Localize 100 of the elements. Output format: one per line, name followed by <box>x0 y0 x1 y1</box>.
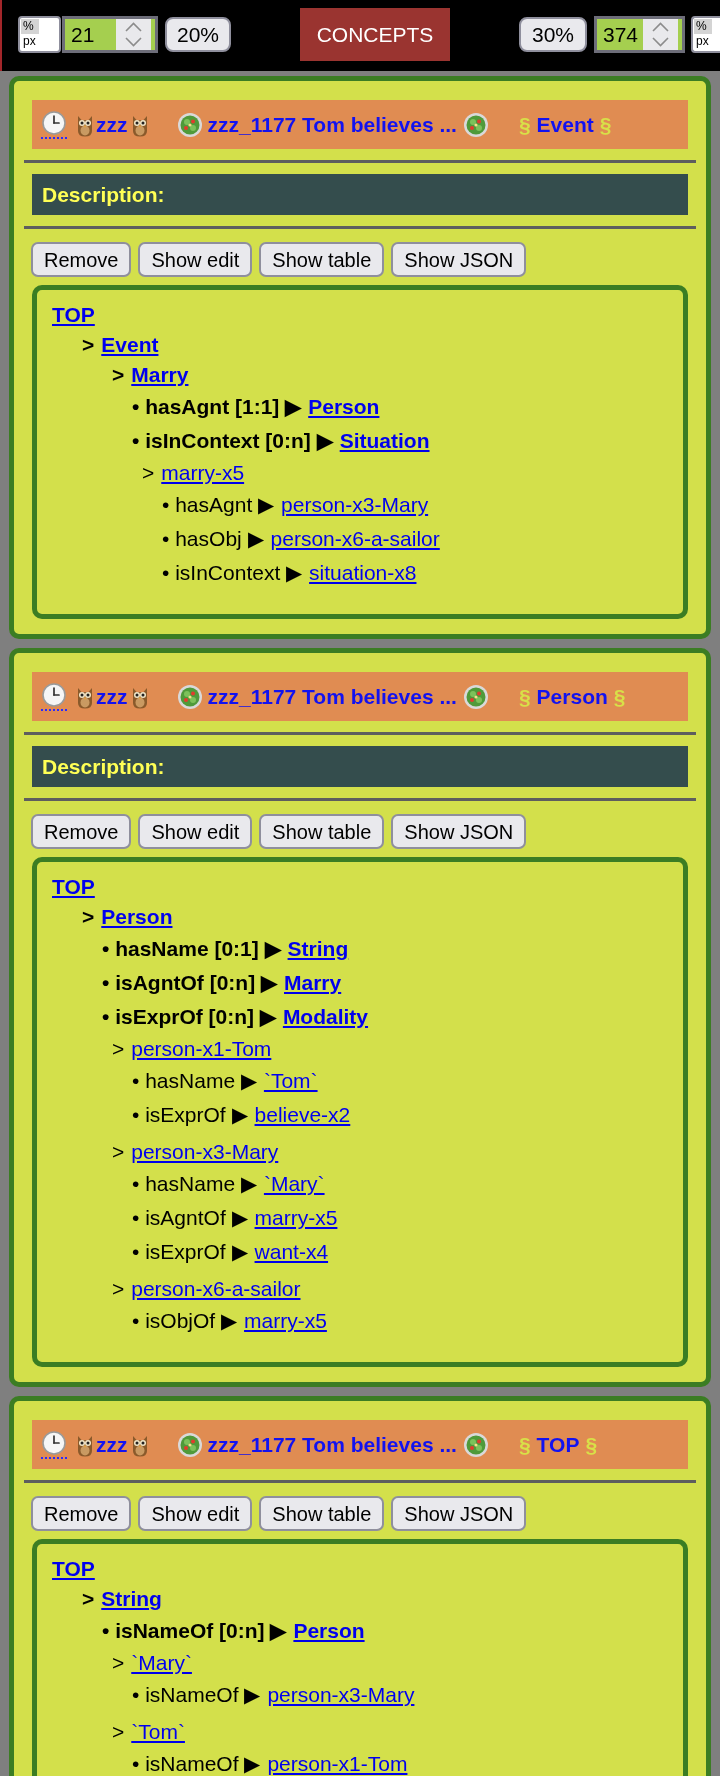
target-link[interactable]: marry-x5 <box>244 1309 327 1332</box>
remove-button[interactable]: Remove <box>31 1496 132 1531</box>
show-table-button[interactable]: Show table <box>259 814 385 849</box>
concept-link[interactable]: Event <box>101 333 159 356</box>
concept-name: Person <box>536 683 608 710</box>
concept-name: Event <box>536 111 594 138</box>
section-sign: § <box>585 1431 598 1458</box>
concept-link[interactable]: String <box>287 937 349 960</box>
unit-listbox[interactable]: % px <box>18 16 61 53</box>
clock-icon <box>41 110 67 139</box>
concept-link[interactable]: Situation <box>339 429 430 452</box>
concept-link[interactable]: Marry <box>284 971 342 994</box>
show-json-button[interactable]: Show JSON <box>391 242 527 277</box>
show-json-button[interactable]: Show JSON <box>391 814 527 849</box>
salad-icon <box>463 112 488 137</box>
show-table-button[interactable]: Show table <box>259 1496 385 1531</box>
property-label: • isInContext [0:n] ▶ <box>132 429 333 452</box>
target-link[interactable]: situation-x8 <box>309 561 417 584</box>
relation-label: • isExprOf ▶ <box>132 1240 248 1263</box>
spin-buttons[interactable] <box>643 19 678 50</box>
chevron-down-icon[interactable] <box>652 37 669 47</box>
show-edit-button[interactable]: Show edit <box>138 814 253 849</box>
target-link[interactable]: `Tom` <box>263 1069 318 1092</box>
tree-marker: > <box>112 1720 125 1743</box>
relation-label: • isExprOf ▶ <box>132 1103 248 1126</box>
section-sign: § <box>599 111 612 138</box>
remove-button[interactable]: Remove <box>31 242 132 277</box>
chevron-up-icon[interactable] <box>125 22 142 32</box>
instance-link[interactable]: `Mary` <box>131 1651 192 1674</box>
target-link[interactable]: person-x1-Tom <box>267 1752 408 1775</box>
tree-marker: > <box>82 905 95 928</box>
preset-button[interactable]: 30% <box>519 17 587 52</box>
instance-link[interactable]: person-x1-Tom <box>131 1037 272 1060</box>
concept-link[interactable]: TOP <box>52 875 95 898</box>
relation-label: • isObjOf ▶ <box>132 1309 238 1332</box>
salad-icon <box>177 1432 202 1457</box>
target-link[interactable]: marry-x5 <box>254 1206 338 1229</box>
spin-buttons[interactable] <box>116 19 151 50</box>
document-title: zzz_1177 Tom believes ... <box>207 1431 457 1458</box>
number-field[interactable]: 21 <box>62 16 158 53</box>
concept-name: TOP <box>536 1431 580 1458</box>
relation-label: • isAgntOf ▶ <box>132 1206 248 1229</box>
relation-label: • hasName ▶ <box>132 1069 257 1092</box>
description-label: Description: <box>42 753 165 780</box>
preset-button[interactable]: 20% <box>165 17 231 52</box>
clock-icon <box>41 682 67 711</box>
target-link[interactable]: person-x3-Mary <box>267 1683 415 1706</box>
tree-marker: > <box>82 1587 95 1610</box>
instance-link[interactable]: marry-x5 <box>161 461 245 484</box>
target-link[interactable]: person-x6-a-sailor <box>270 527 440 550</box>
relation-label: • isNameOf ▶ <box>132 1683 261 1706</box>
target-link[interactable]: person-x3-Mary <box>281 493 429 516</box>
concept-link[interactable]: String <box>101 1587 162 1610</box>
concept-link[interactable]: Modality <box>282 1005 369 1028</box>
chevron-down-icon[interactable] <box>125 37 142 47</box>
section-sign: § <box>613 683 626 710</box>
section-sign: § <box>518 1431 531 1458</box>
show-edit-button[interactable]: Show edit <box>138 1496 253 1531</box>
relation-label: • isInContext ▶ <box>162 561 303 584</box>
section-sign: § <box>518 111 531 138</box>
property-label: • isExprOf [0:n] ▶ <box>102 1005 276 1028</box>
concept-link[interactable]: Person <box>293 1619 365 1642</box>
property-label: • isNameOf [0:n] ▶ <box>102 1619 287 1642</box>
property-label: • hasName [0:1] ▶ <box>102 937 281 960</box>
show-json-button[interactable]: Show JSON <box>391 1496 527 1531</box>
unit-listbox[interactable]: % px <box>691 16 720 53</box>
concept-link[interactable]: Person <box>308 395 380 418</box>
section-sign: § <box>518 683 531 710</box>
chevron-up-icon[interactable] <box>652 22 669 32</box>
salad-icon <box>177 112 202 137</box>
concept-link[interactable]: TOP <box>52 303 95 326</box>
instance-link[interactable]: person-x3-Mary <box>131 1140 279 1163</box>
relation-label: • hasObj ▶ <box>162 527 264 550</box>
concept-link[interactable]: Person <box>101 905 173 928</box>
salad-icon <box>463 684 488 709</box>
page-title: CONCEPTS <box>300 8 450 61</box>
tree-marker: > <box>82 333 95 356</box>
target-link[interactable]: believe-x2 <box>254 1103 351 1126</box>
description-label: Description: <box>42 181 165 208</box>
unit-option[interactable]: % <box>21 19 39 34</box>
instance-link[interactable]: `Tom` <box>131 1720 185 1743</box>
clock-icon <box>41 1430 67 1459</box>
tree-marker: > <box>142 461 155 484</box>
concept-link[interactable]: Marry <box>131 363 189 386</box>
target-link[interactable]: want-x4 <box>254 1240 329 1263</box>
property-label: • hasAgnt [1:1] ▶ <box>132 395 302 418</box>
show-edit-button[interactable]: Show edit <box>138 242 253 277</box>
number-field[interactable]: 374 <box>594 16 685 53</box>
tree-marker: > <box>112 1651 125 1674</box>
concept-link[interactable]: TOP <box>52 1557 95 1580</box>
user-name: zzz <box>96 1431 128 1458</box>
salad-icon <box>463 1432 488 1457</box>
salad-icon <box>177 684 202 709</box>
target-link[interactable]: `Mary` <box>263 1172 325 1195</box>
document-title: zzz_1177 Tom believes ... <box>207 111 457 138</box>
show-table-button[interactable]: Show table <box>259 242 385 277</box>
tree-marker: > <box>112 1277 125 1300</box>
instance-link[interactable]: person-x6-a-sailor <box>131 1277 301 1300</box>
unit-option[interactable]: % <box>694 19 712 34</box>
remove-button[interactable]: Remove <box>31 814 132 849</box>
